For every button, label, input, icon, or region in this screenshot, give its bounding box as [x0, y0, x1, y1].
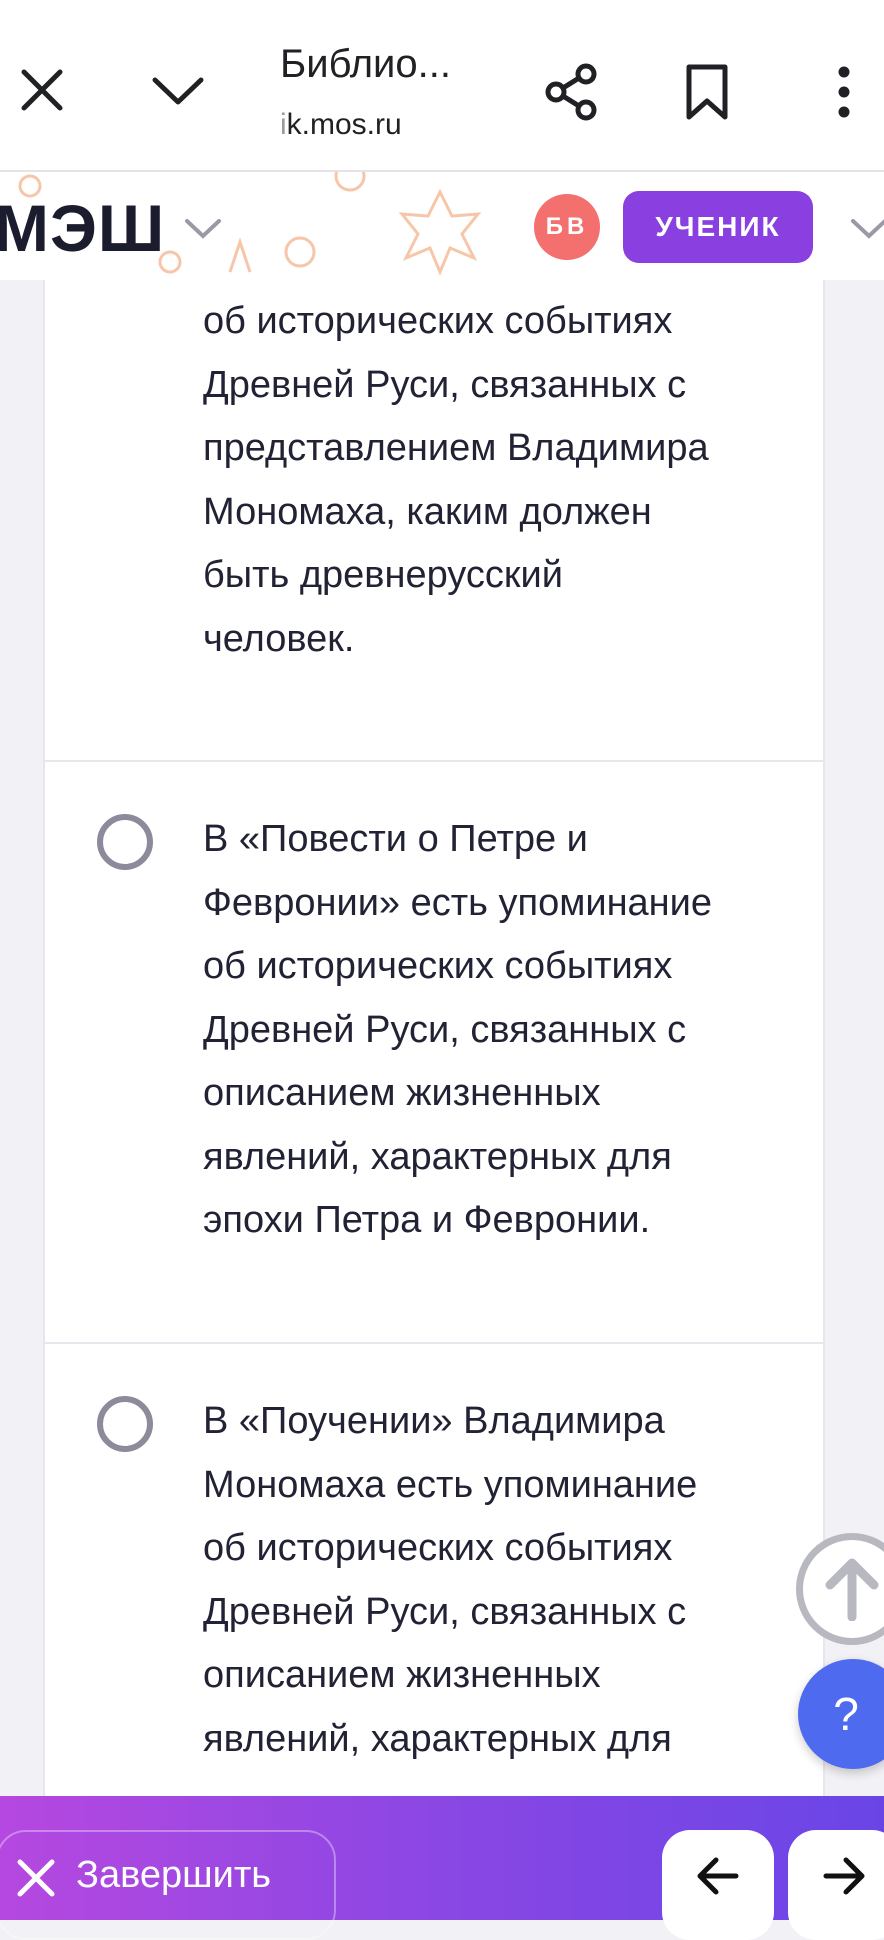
answer-radio[interactable] [97, 814, 153, 870]
next-button[interactable] [788, 1830, 884, 1940]
close-icon [17, 1859, 55, 1897]
chevron-down-icon[interactable] [148, 66, 208, 116]
prev-button[interactable] [662, 1830, 774, 1940]
chevron-down-icon[interactable] [180, 212, 226, 246]
more-icon[interactable] [824, 64, 864, 120]
bottom-bar: Завершить [0, 1796, 884, 1940]
answer-option[interactable]: В «Поучении» Владимира Мономаха есть упо… [43, 1344, 825, 1796]
share-icon[interactable] [540, 60, 604, 124]
arrow-up-icon [825, 1558, 879, 1621]
question-options: об исторических событиях Древней Руси, с… [0, 280, 884, 1796]
finish-button[interactable]: Завершить [0, 1830, 336, 1940]
role-button[interactable]: УЧЕНИК [623, 191, 813, 263]
answer-option-text: В «Поучении» Владимира Мономаха есть упо… [203, 1400, 698, 1760]
page-url: ik.mos.ru [280, 108, 402, 141]
bookmark-icon[interactable] [682, 60, 732, 124]
page-title: Библио... [280, 42, 451, 86]
app-header: МЭШ БВ УЧЕНИК [0, 172, 884, 280]
chevron-down-icon[interactable] [846, 212, 884, 246]
arrow-left-icon [697, 1857, 739, 1895]
help-label: ? [833, 1688, 859, 1740]
mesh-logo[interactable]: МЭШ [0, 190, 165, 266]
answer-option[interactable]: В «Повести о Петре и Февронии» есть упом… [43, 762, 825, 1344]
browser-toolbar: Библио... ik.mos.ru [0, 0, 884, 172]
answer-option-text: В «Повести о Петре и Февронии» есть упом… [203, 818, 713, 1241]
answer-option[interactable]: об исторических событиях Древней Руси, с… [43, 280, 825, 762]
answer-radio[interactable] [97, 1396, 153, 1452]
answer-option-text: об исторических событиях Древней Руси, с… [203, 300, 709, 660]
avatar[interactable]: БВ [534, 194, 600, 260]
close-icon[interactable] [14, 62, 70, 118]
arrow-right-icon [823, 1857, 865, 1895]
finish-label: Завершить [76, 1854, 272, 1896]
